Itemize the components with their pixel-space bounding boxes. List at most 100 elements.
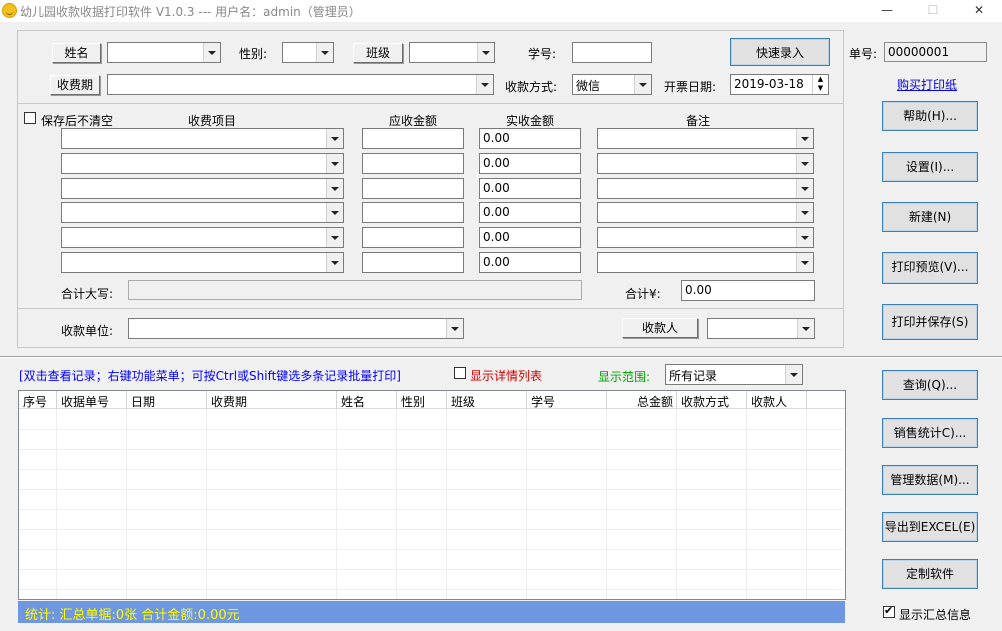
paid-amount-input[interactable]: 0.00 [479,202,581,223]
manage-data-button[interactable]: 管理数据(M)... [882,465,978,495]
status-bar: 统计: 汇总单据:0张 合计金额:0.00元 [18,601,845,623]
records-col-header[interactable]: 序号 [23,393,47,410]
range-select[interactable]: 所有记录 [665,364,803,385]
note-combo[interactable] [597,227,814,248]
fee-item-combo[interactable] [61,252,344,273]
payee-unit-label: 收款单位: [61,324,114,338]
note-combo[interactable] [597,153,814,174]
student-no-input[interactable] [572,42,652,63]
class-button[interactable]: 班级 [353,43,403,63]
col-note-header: 备注 [686,114,711,128]
col-due-header: 应收金额 [389,114,438,128]
chevron-down-icon [326,253,343,272]
note-combo[interactable] [597,252,814,273]
pay-method-select[interactable]: 微信 [572,74,652,95]
window-title: 幼儿园收款收据打印软件 V1.0.3 --- 用户名：admin（管理员） [20,5,361,19]
fee-item-combo[interactable] [61,153,344,174]
chevron-down-icon [797,319,814,338]
chevron-down-icon [796,253,813,272]
spin-icon[interactable]: ▲ ▼ [812,75,828,94]
name-button[interactable]: 姓名 [52,43,101,63]
payee-unit-combo[interactable] [128,318,464,339]
due-amount-input[interactable] [362,153,464,174]
chevron-down-icon [796,154,813,173]
total-caps-field [128,280,582,300]
chevron-down-icon [785,365,802,384]
note-combo[interactable] [597,128,814,149]
note-combo[interactable] [597,202,814,223]
custom-software-button[interactable]: 定制软件 [882,559,978,589]
records-col-header[interactable]: 班级 [451,393,475,410]
show-detail-checkbox[interactable] [454,367,466,379]
query-button[interactable]: 查询(Q)... [882,370,978,400]
period-combo[interactable] [107,74,494,95]
col-paid-header: 实收金额 [506,114,555,128]
chevron-down-icon [477,43,494,62]
records-col-header[interactable]: 性别 [401,393,425,410]
export-excel-button[interactable]: 导出到EXCEL(E) [882,512,978,542]
paid-amount-input[interactable]: 0.00 [479,178,581,199]
due-amount-input[interactable] [362,202,464,223]
chevron-down-icon [796,228,813,247]
gender-combo[interactable] [282,42,334,63]
records-col-header[interactable]: 总金额 [607,393,673,410]
total-field: 0.00 [681,280,815,301]
print-preview-button[interactable]: 打印预览(V)... [882,252,978,284]
quick-entry-button[interactable]: 快速录入 [730,38,830,66]
period-button[interactable]: 收费期 [50,75,100,95]
chevron-down-icon [326,154,343,173]
paid-amount-input[interactable]: 0.00 [479,227,581,248]
invoice-date-picker[interactable]: 2019-03-18 ▲ ▼ [730,74,829,95]
records-hint: [双击查看记录；右键功能菜单；可按Ctrl或Shift键选多条记录批量打印] [19,369,401,383]
total-caps-label: 合计大写: [61,287,114,301]
app-smiley-icon [2,3,17,18]
fee-item-combo[interactable] [61,227,344,248]
note-combo[interactable] [597,178,814,199]
records-col-header[interactable]: 姓名 [341,393,365,410]
divider [18,308,843,309]
range-label: 显示范围: [598,370,651,384]
chevron-down-icon [326,129,343,148]
paid-amount-input[interactable]: 0.00 [479,153,581,174]
records-col-header[interactable]: 学号 [531,393,555,410]
total-label: 合计¥: [625,287,661,301]
buy-paper-link[interactable]: 购买打印纸 [897,76,957,93]
help-button[interactable]: 帮助(H)... [882,101,978,131]
records-col-header[interactable]: 收费期 [211,393,247,410]
fee-item-combo[interactable] [61,128,344,149]
class-combo[interactable] [409,42,495,63]
keep-after-save-checkbox[interactable] [24,112,36,124]
records-col-header[interactable]: 收据单号 [61,393,109,410]
records-col-header[interactable]: 收款人 [751,393,787,410]
payee-button[interactable]: 收款人 [622,318,698,338]
chevron-down-icon [326,179,343,198]
close-button[interactable]: ✕ [956,0,1002,22]
due-amount-input[interactable] [362,128,464,149]
maximize-button[interactable]: ☐ [910,0,956,22]
new-button[interactable]: 新建(N) [882,202,978,232]
settings-button[interactable]: 设置(I)... [882,152,978,182]
name-combo[interactable] [107,42,221,63]
records-col-header[interactable]: 日期 [131,393,155,410]
show-summary-checkbox[interactable] [883,604,895,618]
records-table[interactable]: 序号 收据单号 日期 收费期 姓名 性别 班级 学号 总金额 收款方式 收款人 [18,390,846,600]
paid-amount-input[interactable]: 0.00 [479,128,581,149]
fee-item-combo[interactable] [61,178,344,199]
fee-item-combo[interactable] [61,202,344,223]
gender-label: 性别: [239,47,268,61]
chevron-down-icon [326,203,343,222]
student-no-label: 学号: [528,47,557,61]
due-amount-input[interactable] [362,227,464,248]
receipt-no-field: 00000001 [884,42,987,62]
due-amount-input[interactable] [362,178,464,199]
status-text: 统计: 汇总单据:0张 合计金额:0.00元 [25,608,240,623]
records-table-header: 序号 收据单号 日期 收费期 姓名 性别 班级 学号 总金额 收款方式 收款人 [19,391,845,409]
records-col-header[interactable]: 收款方式 [681,393,729,410]
sales-stats-button[interactable]: 销售统计C)... [882,418,978,448]
payee-combo[interactable] [707,318,815,339]
due-amount-input[interactable] [362,252,464,273]
show-summary-label: 显示汇总信息 [899,608,972,622]
paid-amount-input[interactable]: 0.00 [479,252,581,273]
minimize-button[interactable]: — [864,0,910,22]
print-save-button[interactable]: 打印并保存(S) [882,304,978,340]
